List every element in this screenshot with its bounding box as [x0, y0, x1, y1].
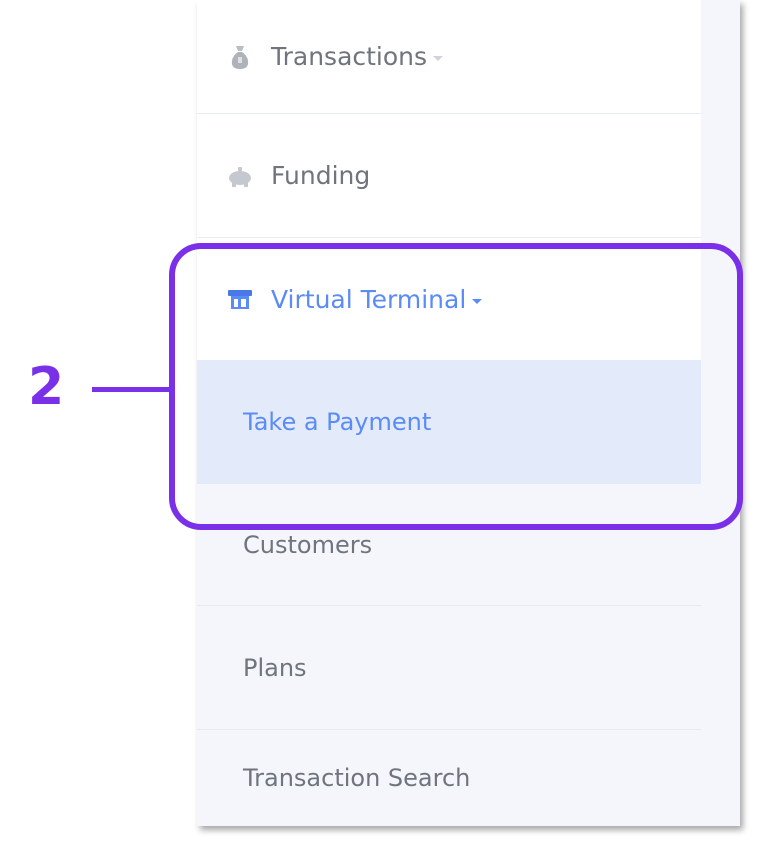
menu-item-funding[interactable]: Funding: [197, 114, 701, 238]
callout-step-number: 2: [28, 357, 65, 417]
menu-item-label: Funding: [271, 161, 371, 190]
chevron-down-icon: [433, 56, 444, 61]
menu-item-transactions[interactable]: Transactions: [197, 0, 701, 114]
submenu-item-transaction-search[interactable]: Transaction Search: [197, 730, 701, 826]
piggy-bank-icon: [227, 163, 253, 189]
submenu-item-label: Plans: [243, 653, 307, 682]
menu-item-label: Transactions: [271, 42, 428, 71]
money-bag-icon: [227, 44, 253, 70]
callout-highlight-box: [169, 243, 743, 530]
callout-connector-line: [92, 387, 172, 392]
submenu-item-plans[interactable]: Plans: [197, 606, 701, 730]
submenu-item-label: Customers: [243, 530, 373, 559]
submenu-item-label: Transaction Search: [243, 764, 471, 792]
